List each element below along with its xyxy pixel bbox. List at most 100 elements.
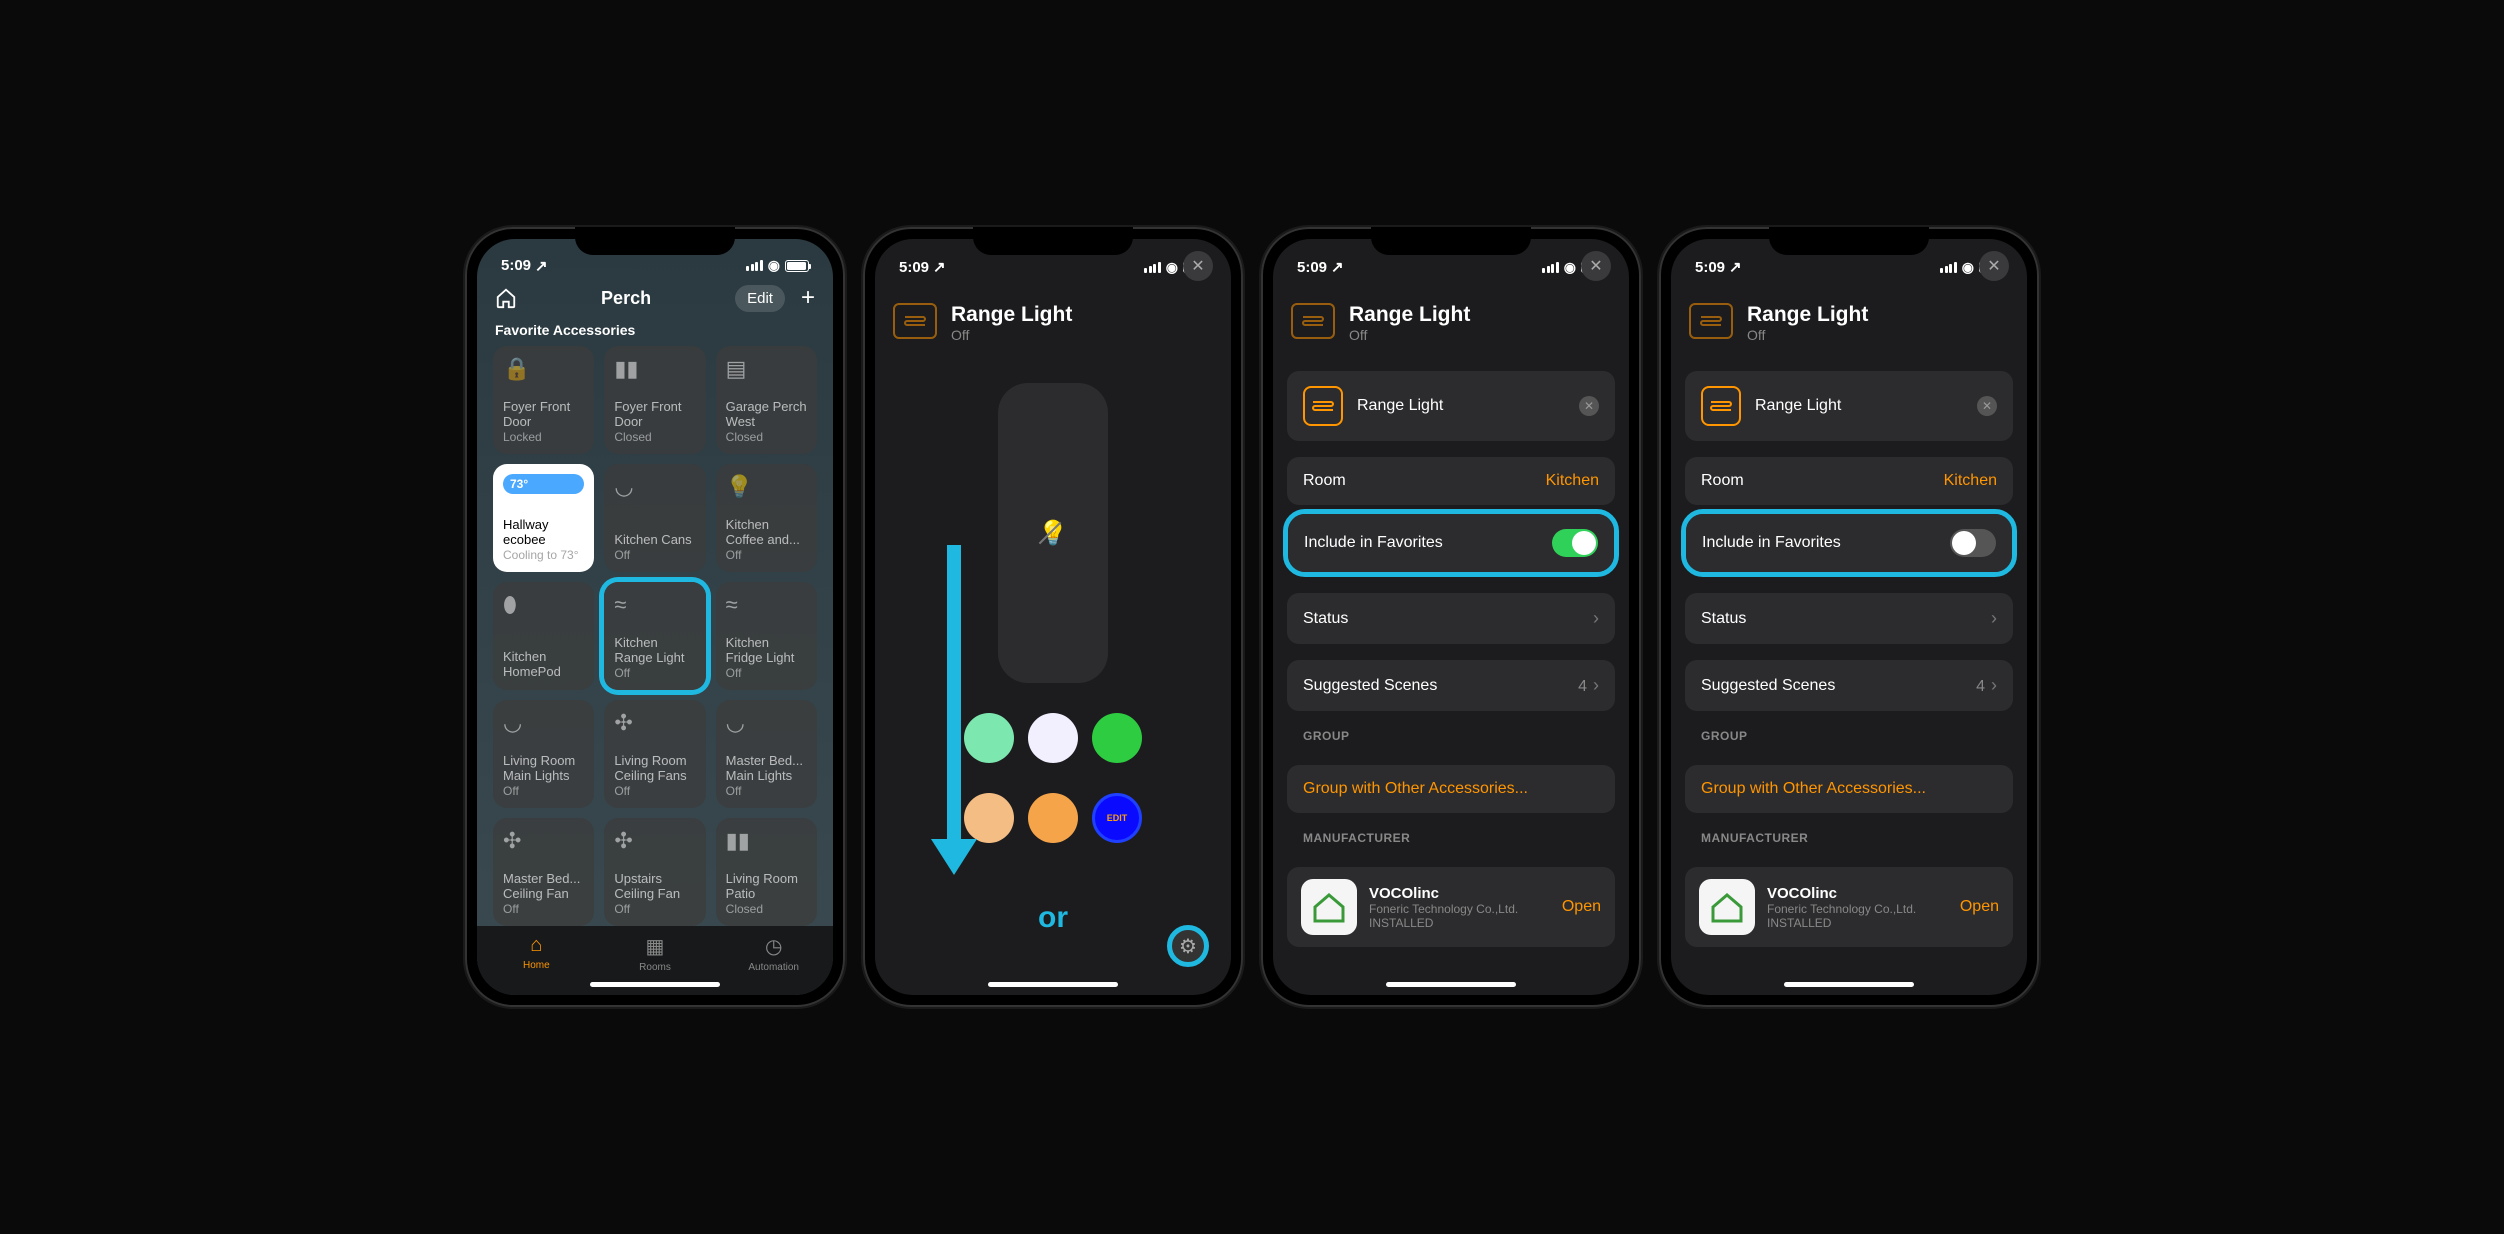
tile-state: Closed	[726, 430, 807, 444]
tile-name: Master Bed... Main Lights	[726, 753, 807, 784]
chevron-right-icon: ›	[1991, 608, 1997, 629]
wifi-icon: ◉	[768, 257, 780, 274]
sensor-icon: ▮▮	[614, 356, 695, 382]
tile-name: Living Room Ceiling Fans	[614, 753, 695, 784]
manufacturer-header: MANUFACTURER	[1685, 813, 2013, 851]
group-header: GROUP	[1287, 711, 1615, 749]
manufacturer-logo	[1301, 879, 1357, 935]
accessory-tile[interactable]: ≈Kitchen Range LightOff	[604, 582, 705, 690]
manufacturer-row[interactable]: VOCOlinc Foneric Technology Co.,Ltd. INS…	[1685, 867, 2013, 947]
tab-automation[interactable]: ◷Automation	[714, 934, 833, 973]
name-field-row[interactable]: Range Light ✕	[1685, 371, 2013, 441]
edit-button[interactable]: Edit	[735, 285, 785, 312]
can-icon: ◡	[503, 710, 584, 736]
include-favorites-row[interactable]: Include in Favorites	[1686, 514, 2012, 572]
manufacturer-installed: INSTALLED	[1767, 916, 1948, 930]
accessory-header: Range Light Off	[1273, 283, 1629, 355]
settings-gear-button[interactable]: ⚙	[1167, 925, 1209, 967]
tile-name: Master Bed... Ceiling Fan	[503, 871, 584, 902]
color-white[interactable]	[1028, 713, 1078, 763]
tile-name: Upstairs Ceiling Fan	[614, 871, 695, 902]
accessory-tile[interactable]: ◡Master Bed... Main LightsOff	[716, 700, 817, 808]
automation-tab-icon: ◷	[765, 934, 782, 959]
tile-name: Foyer Front Door	[503, 399, 584, 430]
favorites-toggle-off[interactable]	[1950, 529, 1996, 557]
color-orange[interactable]	[1028, 793, 1078, 843]
suggested-scenes-row[interactable]: Suggested Scenes 4›	[1287, 660, 1615, 711]
home-tab-icon: ⌂	[530, 934, 542, 957]
home-indicator[interactable]	[590, 982, 720, 987]
favorites-row-highlight: Include in Favorites	[1283, 509, 1619, 577]
accessory-tile[interactable]: ◡Living Room Main LightsOff	[493, 700, 594, 808]
accessory-title: Range Light	[1747, 303, 1868, 327]
open-app-button[interactable]: Open	[1562, 898, 1601, 916]
accessory-tile[interactable]: ✣Upstairs Ceiling FanOff	[604, 818, 705, 926]
accessory-tile[interactable]: ◡Kitchen CansOff	[604, 464, 705, 572]
can-icon: ◡	[726, 710, 807, 736]
accessory-header: Range Light Off	[1671, 283, 2027, 355]
status-label: Status	[1701, 610, 1746, 628]
name-field-row[interactable]: Range Light ✕	[1287, 371, 1615, 441]
rooms-tab-icon: ▦	[646, 934, 665, 959]
open-app-button[interactable]: Open	[1960, 898, 1999, 916]
range-light-icon	[1303, 386, 1343, 426]
range-icon: ≈	[726, 592, 807, 618]
tile-state: Locked	[503, 430, 584, 444]
group-accessories-link[interactable]: Group with Other Accessories...	[1685, 765, 2013, 813]
close-button[interactable]: ✕	[1183, 251, 1213, 281]
accessory-tile[interactable]: ▮▮Living Room PatioClosed	[716, 818, 817, 926]
accessory-tile[interactable]: ▮▮Foyer Front DoorClosed	[604, 346, 705, 454]
color-tan[interactable]	[964, 793, 1014, 843]
tab-home[interactable]: ⌂Home	[477, 934, 596, 973]
tile-state: Off	[614, 784, 695, 798]
clear-name-button[interactable]: ✕	[1977, 396, 1997, 416]
accessory-tile[interactable]: 💡Kitchen Coffee and...Off	[716, 464, 817, 572]
group-accessories-link[interactable]: Group with Other Accessories...	[1287, 765, 1615, 813]
brightness-slider[interactable]: 💡	[998, 383, 1108, 683]
color-edit-button[interactable]: EDIT	[1092, 793, 1142, 843]
room-row[interactable]: Room Kitchen	[1287, 457, 1615, 505]
manufacturer-logo	[1699, 879, 1755, 935]
home-indicator[interactable]	[1784, 982, 1914, 987]
color-green[interactable]	[1092, 713, 1142, 763]
temp-badge: 73°	[503, 474, 584, 494]
location-arrow-icon: ↗	[535, 257, 548, 275]
range-light-icon	[1291, 303, 1335, 339]
close-button[interactable]: ✕	[1581, 251, 1611, 281]
manufacturer-row[interactable]: VOCOlinc Foneric Technology Co.,Ltd. INS…	[1287, 867, 1615, 947]
homepod-icon: ⬮	[503, 592, 584, 618]
room-row[interactable]: Room Kitchen	[1685, 457, 2013, 505]
suggested-scenes-row[interactable]: Suggested Scenes 4›	[1685, 660, 2013, 711]
scenes-count: 4	[1578, 678, 1587, 695]
range-icon: ≈	[614, 592, 695, 618]
accessory-tile[interactable]: ⬮Kitchen HomePod	[493, 582, 594, 690]
include-favorites-row[interactable]: Include in Favorites	[1288, 514, 1614, 572]
chevron-right-icon: ›	[1593, 608, 1599, 629]
accessory-tile[interactable]: ≈Kitchen Fridge LightOff	[716, 582, 817, 690]
accessory-tile[interactable]: 73°Hallway ecobeeCooling to 73°	[493, 464, 594, 572]
color-mint[interactable]	[964, 713, 1014, 763]
status-row[interactable]: Status ›	[1685, 593, 2013, 644]
clear-name-button[interactable]: ✕	[1579, 396, 1599, 416]
tab-rooms[interactable]: ▦Rooms	[596, 934, 715, 973]
tile-state: Closed	[726, 902, 807, 916]
favorites-toggle-on[interactable]	[1552, 529, 1598, 557]
wifi-icon: ◉	[1564, 259, 1576, 276]
add-button[interactable]: +	[801, 284, 815, 312]
manufacturer-company: Foneric Technology Co.,Ltd.	[1369, 902, 1550, 916]
nav-bar: Perch Edit +	[477, 280, 833, 322]
accessory-tile[interactable]: ✣Master Bed... Ceiling FanOff	[493, 818, 594, 926]
home-indicator[interactable]	[1386, 982, 1516, 987]
accessory-tile[interactable]: ▤Garage Perch WestClosed	[716, 346, 817, 454]
accessory-tile[interactable]: 🔒Foyer Front DoorLocked	[493, 346, 594, 454]
accessory-tile[interactable]: ✣Living Room Ceiling FansOff	[604, 700, 705, 808]
room-label: Room	[1701, 472, 1744, 490]
close-button[interactable]: ✕	[1979, 251, 2009, 281]
page-title: Perch	[601, 288, 651, 309]
phone-3: 5:09↗ ◉ ✕ Range Light Off Range Light	[1261, 227, 1641, 1007]
home-indicator[interactable]	[988, 982, 1118, 987]
name-field-value: Range Light	[1755, 397, 1841, 415]
status-row[interactable]: Status ›	[1287, 593, 1615, 644]
home-icon[interactable]	[495, 287, 517, 309]
tile-state: Off	[503, 784, 584, 798]
